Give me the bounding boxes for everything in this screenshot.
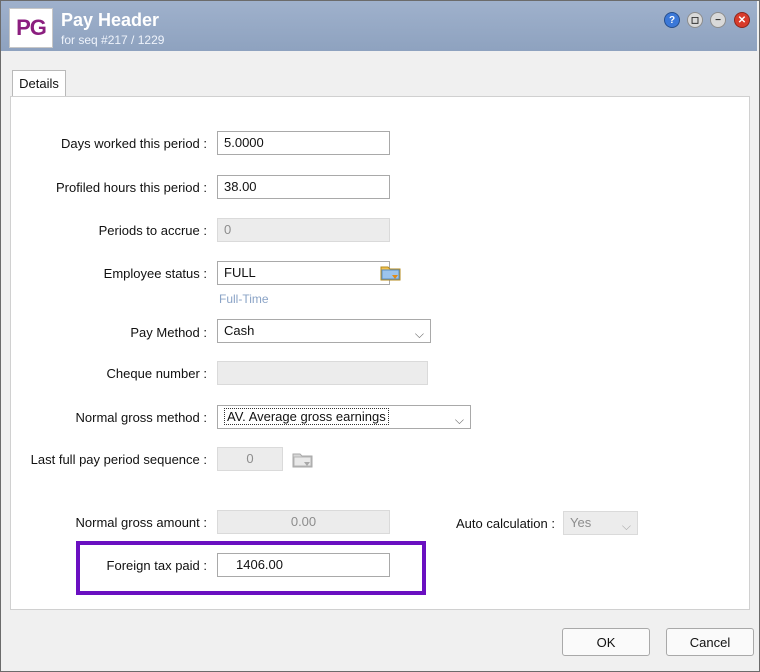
cancel-button[interactable]: Cancel [666, 628, 754, 656]
close-icon[interactable]: ✕ [734, 12, 750, 28]
employee-status-field[interactable]: FULL [217, 261, 390, 285]
cheque-number-label: Cheque number : [106, 366, 207, 381]
employee-status-label: Employee status : [103, 266, 207, 281]
window-title: Pay Header [61, 10, 160, 30]
days-worked-field[interactable]: 5.0000 [217, 131, 390, 155]
pay-method-label: Pay Method : [130, 325, 207, 340]
last-full-pay-period-label: Last full pay period sequence : [30, 452, 207, 467]
periods-to-accrue-field: 0 [217, 218, 390, 242]
window-subtitle: for seq #217 / 1229 [61, 33, 165, 47]
normal-gross-method-select[interactable]: AV. Average gross earnings ⌵ [217, 405, 471, 429]
help-icon[interactable]: ? [664, 12, 680, 28]
employee-status-hint: Full-Time [219, 292, 269, 306]
auto-calculation-select: Yes ⌵ [563, 511, 638, 535]
foreign-tax-paid-label: Foreign tax paid : [106, 558, 207, 573]
cheque-number-field [217, 361, 428, 385]
title-bar[interactable]: PG Pay Header for seq #217 / 1229 ? ◻ − … [1, 1, 757, 51]
app-logo: PG [9, 8, 53, 48]
pay-method-value: Cash [224, 323, 255, 338]
last-full-pay-period-field: 0 [217, 447, 283, 471]
pay-method-select[interactable]: Cash ⌵ [217, 319, 431, 343]
minimize-icon[interactable]: − [710, 12, 726, 28]
restore-icon[interactable]: ◻ [687, 12, 703, 28]
foreign-tax-paid-field[interactable]: 1406.00 [217, 553, 390, 577]
ok-button[interactable]: OK [562, 628, 650, 656]
profiled-hours-label: Profiled hours this period : [55, 180, 207, 195]
periods-to-accrue-label: Periods to accrue : [98, 223, 207, 238]
chevron-down-icon: ⌵ [414, 327, 424, 341]
auto-calculation-label: Auto calculation : [455, 516, 555, 531]
chevron-down-icon: ⌵ [454, 413, 464, 427]
normal-gross-method-label: Normal gross method : [75, 410, 208, 425]
profiled-hours-field[interactable]: 38.00 [217, 175, 390, 199]
chevron-down-icon: ⌵ [621, 519, 631, 533]
normal-gross-amount-label: Normal gross amount : [75, 515, 208, 530]
normal-gross-method-value: AV. Average gross earnings [224, 408, 389, 425]
days-worked-label: Days worked this period : [61, 136, 207, 151]
folder-lookup-icon-disabled [292, 453, 313, 468]
tab-details[interactable]: Details [12, 70, 66, 96]
auto-calculation-value: Yes [570, 515, 592, 530]
normal-gross-amount-field: 0.00 [217, 510, 390, 534]
folder-lookup-icon[interactable] [380, 264, 402, 282]
